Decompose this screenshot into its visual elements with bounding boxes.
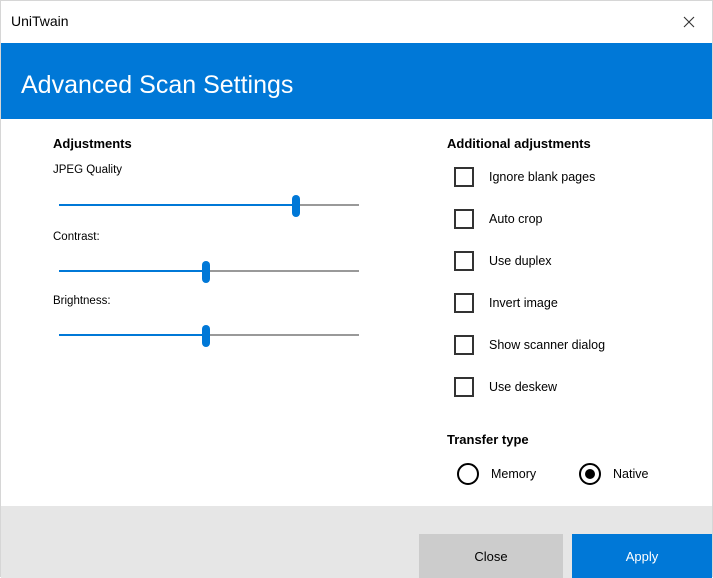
slider-thumb[interactable] xyxy=(292,195,300,217)
checkbox-box[interactable] xyxy=(454,167,474,187)
advanced-scan-settings-dialog: UniTwain Advanced Scan Settings Adjustme… xyxy=(0,0,713,578)
apply-button[interactable]: Apply xyxy=(572,534,712,578)
adjustments-title: Adjustments xyxy=(53,136,132,151)
radio-dot xyxy=(585,469,595,479)
radio-label: Native xyxy=(613,467,649,481)
checkbox-ignore-blank-pages[interactable]: Ignore blank pages xyxy=(454,165,595,189)
radio-circle[interactable] xyxy=(579,463,601,485)
checkbox-label: Use deskew xyxy=(489,380,558,394)
header-banner: Advanced Scan Settings xyxy=(1,43,712,119)
checkbox-box[interactable] xyxy=(454,293,474,313)
title-bar: UniTwain xyxy=(1,1,712,43)
radio-memory[interactable]: Memory xyxy=(457,461,536,487)
slider-thumb[interactable] xyxy=(202,325,210,347)
checkbox-invert-image[interactable]: Invert image xyxy=(454,291,558,315)
slider-fill xyxy=(59,204,296,206)
checkbox-box[interactable] xyxy=(454,335,474,355)
dialog-footer: Close Apply xyxy=(1,506,712,578)
slider-thumb[interactable] xyxy=(202,261,210,283)
brightness-label: Brightness: xyxy=(53,295,111,307)
checkbox-auto-crop[interactable]: Auto crop xyxy=(454,207,543,231)
checkbox-label: Show scanner dialog xyxy=(489,338,606,352)
checkbox-box[interactable] xyxy=(454,251,474,271)
radio-circle[interactable] xyxy=(457,463,479,485)
additional-adjustments-title: Additional adjustments xyxy=(447,136,591,151)
checkbox-label: Ignore blank pages xyxy=(489,170,596,184)
contrast-slider[interactable] xyxy=(59,261,359,283)
slider-fill xyxy=(59,270,206,272)
transfer-type-title: Transfer type xyxy=(447,432,529,447)
radio-native[interactable]: Native xyxy=(579,461,648,487)
close-icon xyxy=(683,16,695,28)
window-title: UniTwain xyxy=(11,13,69,29)
radio-label: Memory xyxy=(491,467,537,481)
checkbox-use-duplex[interactable]: Use duplex xyxy=(454,249,552,273)
checkbox-label: Invert image xyxy=(489,296,558,310)
jpeg-quality-slider[interactable] xyxy=(59,195,359,217)
checkbox-use-deskew[interactable]: Use deskew xyxy=(454,375,557,399)
close-window-button[interactable] xyxy=(666,1,712,43)
contrast-label: Contrast: xyxy=(53,231,100,243)
close-button[interactable]: Close xyxy=(419,534,563,578)
brightness-slider[interactable] xyxy=(59,325,359,347)
checkbox-show-scanner-dialog[interactable]: Show scanner dialog xyxy=(454,333,605,357)
checkbox-label: Auto crop xyxy=(489,212,543,226)
dialog-heading: Advanced Scan Settings xyxy=(21,71,294,99)
checkbox-label: Use duplex xyxy=(489,254,552,268)
slider-fill xyxy=(59,334,206,336)
jpeg-quality-label: JPEG Quality xyxy=(53,164,123,176)
checkbox-box[interactable] xyxy=(454,209,474,229)
checkbox-box[interactable] xyxy=(454,377,474,397)
